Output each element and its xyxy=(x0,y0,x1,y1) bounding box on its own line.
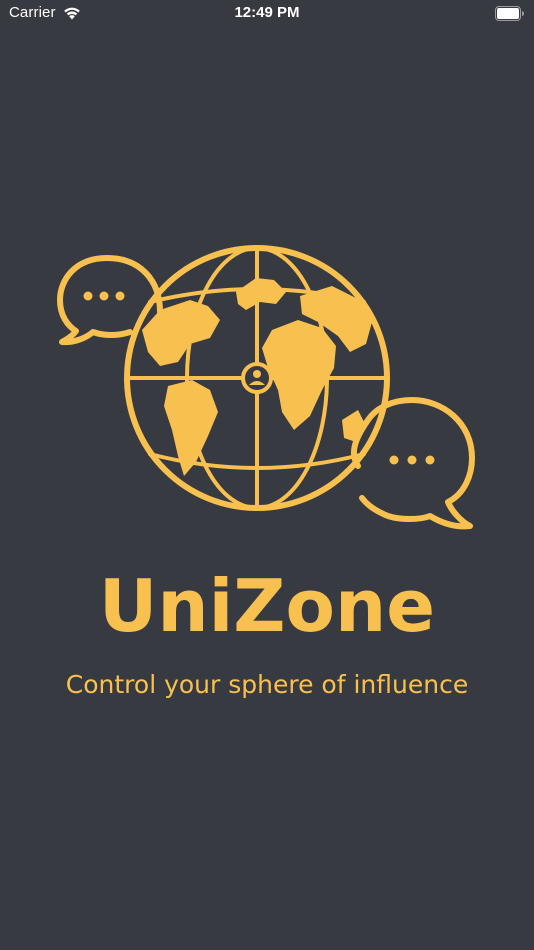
globe-chat-logo-icon xyxy=(57,245,475,530)
status-bar: Carrier 12:49 PM xyxy=(0,0,534,28)
status-time: 12:49 PM xyxy=(234,4,300,21)
battery-icon xyxy=(495,6,524,21)
splash-screen: Carrier 12:49 PM UniZone Control your sp… xyxy=(0,0,534,950)
app-tagline: Control your sphere of influence xyxy=(65,670,469,699)
app-title: UniZone xyxy=(98,564,436,648)
